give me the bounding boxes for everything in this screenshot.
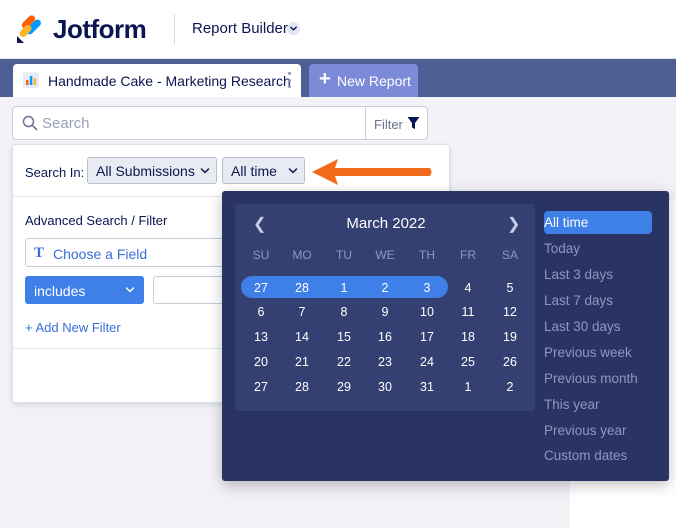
submissions-select[interactable]: All Submissions (87, 157, 217, 184)
calendar-day[interactable]: 31 (407, 380, 447, 394)
kebab-menu-icon[interactable] (284, 70, 294, 90)
funnel-icon (407, 117, 420, 129)
calendar-day[interactable]: 28 (282, 380, 322, 394)
preset-last-7-days[interactable]: Last 7 days (544, 293, 613, 308)
calendar-day[interactable]: 1 (324, 281, 364, 295)
header-divider (174, 14, 175, 44)
time-range-select-value: All time (231, 163, 277, 179)
calendar-day[interactable]: 21 (282, 355, 322, 369)
calendar-day[interactable]: 29 (324, 380, 364, 394)
chevron-down-icon (200, 168, 210, 174)
calendar-day[interactable]: 24 (407, 355, 447, 369)
weekday-label: SA (501, 248, 518, 262)
search-in-label: Search In: (25, 165, 85, 180)
preset-custom-dates[interactable]: Custom dates (544, 448, 627, 463)
calendar-day[interactable]: 14 (282, 330, 322, 344)
calendar-day[interactable]: 12 (490, 305, 530, 319)
calendar-day[interactable]: 5 (490, 281, 530, 295)
calendar-day[interactable]: 11 (448, 305, 488, 319)
calendar-day[interactable]: 4 (448, 281, 488, 295)
calendar-day[interactable]: 27 (241, 281, 281, 295)
calendar-day[interactable]: 23 (365, 355, 405, 369)
plus-icon: + (319, 68, 331, 90)
report-chart-icon (23, 72, 39, 88)
weekday-label: TH (419, 248, 435, 262)
calendar-day[interactable]: 17 (407, 330, 447, 344)
preset-last-30-days[interactable]: Last 30 days (544, 319, 621, 334)
new-report-label: New Report (337, 73, 411, 89)
calendar-day[interactable]: 10 (407, 305, 447, 319)
calendar-day[interactable]: 7 (282, 305, 322, 319)
preset-previous-week[interactable]: Previous week (544, 345, 632, 360)
jotform-logo-icon[interactable] (16, 14, 42, 44)
weekday-label: WE (375, 248, 395, 262)
brand-name[interactable]: Jotform (53, 14, 147, 45)
calendar-month-label: March 2022 (346, 215, 426, 232)
weekday-label: TU (336, 248, 352, 262)
search-input[interactable] (42, 113, 342, 133)
preset-all-time[interactable]: All time (544, 215, 588, 230)
preset-this-year[interactable]: This year (544, 397, 600, 412)
calendar-day[interactable]: 30 (365, 380, 405, 394)
text-field-icon: T (34, 245, 45, 261)
preset-previous-year[interactable]: Previous year (544, 423, 627, 438)
tab-title[interactable]: Handmade Cake - Marketing Research (48, 73, 291, 89)
weekday-label: SU (252, 248, 270, 262)
calendar-day[interactable]: 6 (241, 305, 281, 319)
calendar-day[interactable]: 2 (365, 281, 405, 295)
calendar-day[interactable]: 26 (490, 355, 530, 369)
submissions-select-value: All Submissions (96, 163, 195, 179)
choose-field-label[interactable]: Choose a Field (53, 246, 147, 262)
calendar-day[interactable]: 2 (490, 380, 530, 394)
calendar-day[interactable]: 27 (241, 380, 281, 394)
add-new-filter-link[interactable]: + Add New Filter (25, 320, 121, 335)
calendar-day[interactable]: 15 (324, 330, 364, 344)
new-report-button[interactable]: + New Report (309, 64, 418, 97)
calendar-day[interactable]: 22 (324, 355, 364, 369)
chevron-down-icon (125, 287, 135, 293)
calendar-day[interactable]: 18 (448, 330, 488, 344)
weekday-label: FR (460, 248, 476, 262)
product-switcher-label[interactable]: Report Builder (192, 20, 288, 37)
chevron-left-icon[interactable]: ❮ (253, 214, 266, 234)
calendar-day[interactable]: 19 (490, 330, 530, 344)
calendar-day[interactable]: 16 (365, 330, 405, 344)
calendar-day[interactable]: 25 (448, 355, 488, 369)
preset-today[interactable]: Today (544, 241, 580, 256)
condition-select[interactable]: includes (25, 276, 144, 304)
filter-value-input[interactable] (153, 276, 227, 304)
annotation-arrow-icon (312, 159, 432, 185)
filter-button[interactable]: Filter (366, 107, 427, 139)
chevron-right-icon[interactable]: ❯ (507, 214, 520, 234)
calendar-day[interactable]: 3 (407, 281, 447, 295)
time-range-select[interactable]: All time (222, 157, 305, 184)
search-icon (22, 115, 38, 131)
calendar-day[interactable]: 9 (365, 305, 405, 319)
preset-previous-month[interactable]: Previous month (544, 371, 638, 386)
advanced-search-label: Advanced Search / Filter (25, 213, 168, 228)
chevron-down-icon (288, 168, 298, 174)
preset-last-3-days[interactable]: Last 3 days (544, 267, 613, 282)
calendar-day[interactable]: 8 (324, 305, 364, 319)
filter-label: Filter (374, 117, 403, 132)
condition-select-value: includes (34, 283, 86, 299)
calendar-day[interactable]: 13 (241, 330, 281, 344)
weekday-label: MO (292, 248, 312, 262)
calendar-day[interactable]: 28 (282, 281, 322, 295)
chevron-down-icon[interactable] (287, 22, 300, 35)
calendar-day[interactable]: 1 (448, 380, 488, 394)
calendar-day[interactable]: 20 (241, 355, 281, 369)
